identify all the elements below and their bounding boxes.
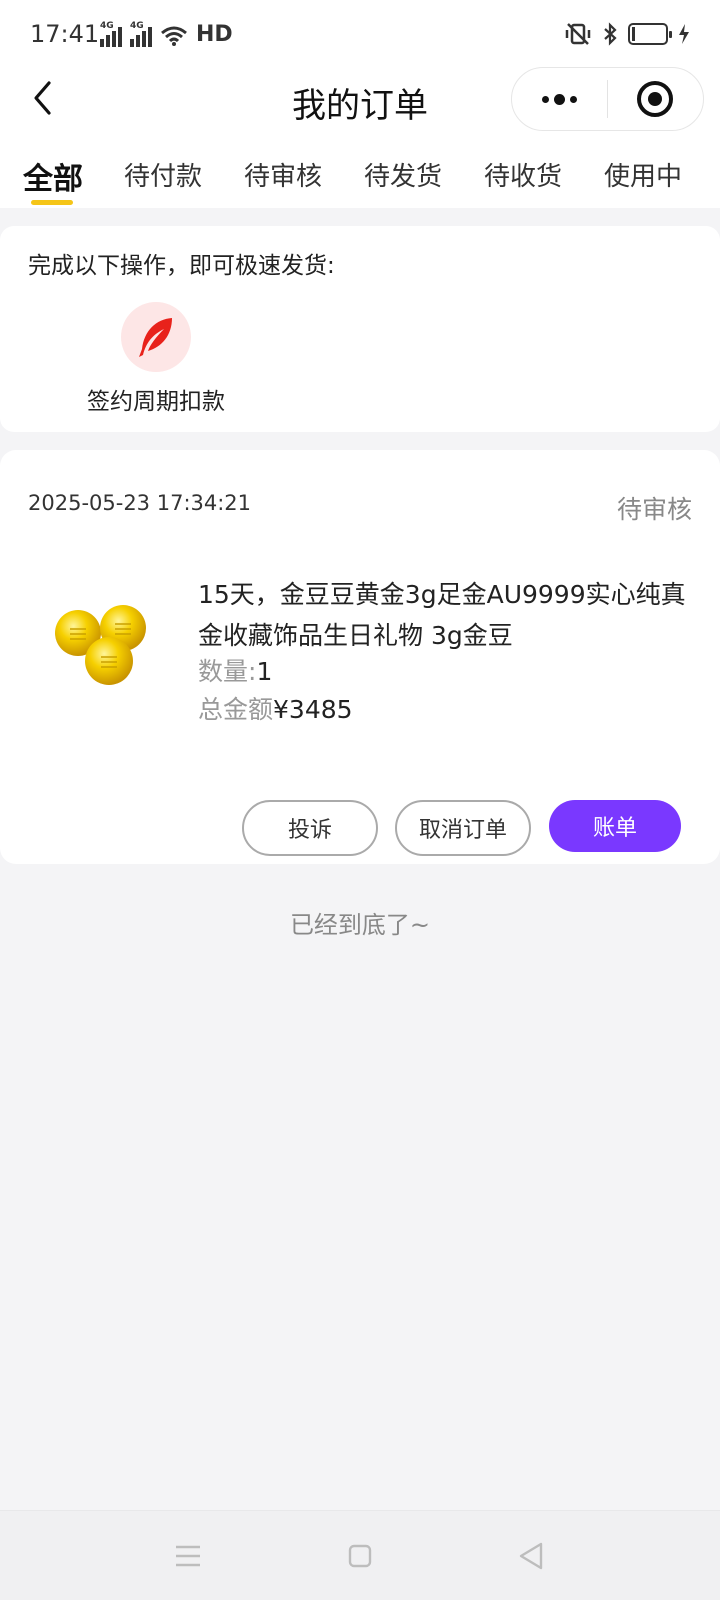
more-button[interactable]	[512, 68, 607, 130]
feather-icon	[139, 318, 172, 357]
tab-indicator	[31, 200, 73, 205]
system-back-button[interactable]	[516, 1541, 546, 1571]
sign-card: 完成以下操作，即可极速发货: 签约周期扣款	[0, 226, 720, 432]
bluetooth-icon	[604, 22, 617, 46]
product-total: 总金额¥3485	[198, 690, 353, 726]
status-bar: 17:41 4G 4G HD	[0, 0, 720, 66]
bill-button[interactable]: 账单	[549, 800, 681, 852]
wifi-icon	[161, 26, 187, 46]
tab-pending-payment[interactable]: 待付款	[124, 156, 202, 193]
nav-bar: 我的订单	[0, 66, 720, 132]
menu-button[interactable]	[173, 1541, 203, 1571]
close-miniprogram-button[interactable]	[608, 68, 703, 130]
battery-icon	[628, 23, 672, 45]
quantity-value: 1	[256, 657, 273, 686]
total-label: 总金额	[198, 695, 274, 724]
tab-pending-shipment[interactable]: 待发货	[364, 156, 442, 193]
target-circle-icon	[637, 81, 674, 117]
status-left-icons: 4G 4G HD	[100, 21, 233, 47]
total-value: ¥3485	[273, 695, 353, 724]
signal-icon: 4G	[130, 21, 152, 47]
vibrate-mute-icon	[565, 23, 591, 45]
sign-action-button[interactable]	[121, 302, 191, 372]
order-status: 待审核	[616, 495, 692, 524]
end-of-list-tip: 已经到底了~	[289, 911, 431, 939]
product-title[interactable]: 15天，金豆豆黄金3g足金AU9999实心纯真金收藏饰品生日礼物 3g金豆	[198, 574, 698, 656]
more-dots-icon	[542, 93, 577, 105]
menu-icon	[176, 1545, 200, 1567]
back-triangle-icon	[519, 1542, 543, 1570]
system-navigation-bar	[0, 1510, 720, 1600]
home-button[interactable]	[345, 1541, 375, 1571]
hd-label: HD	[196, 22, 233, 47]
order-tabs: 全部 待付款 待审核 待发货 待收货 使用中	[0, 132, 720, 208]
status-time: 17:41	[30, 20, 100, 48]
tab-in-use[interactable]: 使用中	[604, 156, 682, 193]
sign-action-label[interactable]: 签约周期扣款	[0, 382, 312, 416]
complain-button[interactable]: 投诉	[242, 800, 378, 856]
gold-beans-image	[55, 605, 146, 685]
quantity-label: 数量:	[198, 657, 257, 686]
tab-pending-review[interactable]: 待审核	[244, 156, 322, 193]
charging-icon	[679, 24, 689, 44]
tab-pending-receipt[interactable]: 待收货	[484, 156, 562, 193]
miniprogram-capsule	[511, 67, 704, 131]
order-time: 2025-05-23 17:34:21	[28, 491, 252, 515]
home-square-icon	[348, 1544, 372, 1568]
status-right-icons	[564, 22, 690, 46]
tab-all[interactable]: 全部	[23, 154, 83, 198]
product-quantity: 数量:1	[198, 652, 272, 688]
order-card[interactable]: 2025-05-23 17:34:21 待审核 15天，金豆豆黄金3g足金AU9…	[0, 450, 720, 864]
sign-hint: 完成以下操作，即可极速发货:	[28, 253, 335, 279]
signal-icon: 4G	[100, 21, 122, 47]
cancel-order-button[interactable]: 取消订单	[395, 800, 531, 856]
